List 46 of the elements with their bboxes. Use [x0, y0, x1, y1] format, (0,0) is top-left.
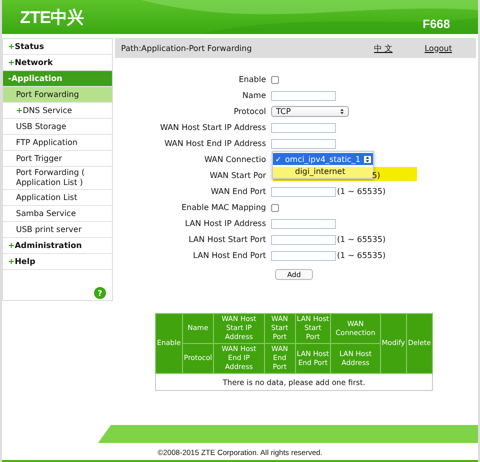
- menu-item[interactable]: Port Forwarding: [3, 87, 112, 103]
- menu-item[interactable]: Port Trigger: [3, 151, 112, 167]
- field-label: Name: [241, 90, 266, 101]
- logout-link[interactable]: Logout: [424, 44, 452, 52]
- range-hint: (1 ~ 65535): [337, 187, 386, 196]
- menu-item[interactable]: +DNS Service: [3, 103, 112, 119]
- input-field[interactable]: [271, 138, 336, 148]
- menu-section[interactable]: +Status: [3, 39, 112, 55]
- range-hint: (1 ~ 65535): [337, 251, 386, 260]
- input-field[interactable]: [271, 234, 336, 244]
- input-field[interactable]: [271, 250, 336, 260]
- language-link[interactable]: 中 文: [374, 42, 393, 54]
- menu-item[interactable]: USB print server: [3, 222, 112, 238]
- field-label: WAN Start Por: [208, 170, 266, 181]
- field-label: LAN Host IP Address: [184, 218, 266, 229]
- menu-item[interactable]: Samba Service: [3, 206, 112, 222]
- model-name: F668: [422, 17, 450, 33]
- field-label: Protocol: [232, 106, 266, 117]
- updown-icon: [340, 108, 344, 115]
- input-field[interactable]: [271, 90, 336, 100]
- menu-item[interactable]: FTP Application: [3, 135, 112, 151]
- menu-section[interactable]: +Help: [3, 254, 112, 270]
- menu-item[interactable]: Port Forwarding ( Application List ): [3, 167, 112, 190]
- dropdown-option[interactable]: ✓ omci_ipv4_static_1: [273, 153, 373, 165]
- field-label: Enable MAC Mapping: [180, 202, 266, 213]
- protocol-dropdown[interactable]: TCP: [271, 106, 349, 117]
- checkbox[interactable]: [271, 76, 279, 84]
- field-label: WAN Host End IP Address: [163, 138, 266, 149]
- field-label: LAN Host Start Port: [188, 234, 266, 245]
- dropdown-option[interactable]: digi_internet: [273, 165, 373, 177]
- field-label: Enable: [238, 74, 266, 85]
- breadcrumb-path: Path:Application-Port Forwarding: [121, 44, 253, 52]
- logo: ZTE中兴: [20, 6, 84, 28]
- field-label: WAN Connectio: [203, 154, 266, 165]
- menu-section[interactable]: +Administration: [3, 238, 112, 254]
- menu-item[interactable]: Application List: [3, 190, 112, 206]
- range-hint: (1 ~ 65535): [337, 235, 386, 244]
- menu-item[interactable]: USB Storage: [3, 119, 112, 135]
- updown-icon: [364, 156, 371, 162]
- input-field[interactable]: [271, 186, 336, 196]
- input-field[interactable]: [271, 218, 336, 228]
- checkbox[interactable]: [271, 204, 279, 212]
- field-label: LAN Host End Port: [192, 250, 266, 261]
- field-label: WAN Host Start IP Address: [159, 122, 266, 133]
- field-label: WAN End Port: [210, 186, 266, 197]
- input-field[interactable]: [271, 122, 336, 132]
